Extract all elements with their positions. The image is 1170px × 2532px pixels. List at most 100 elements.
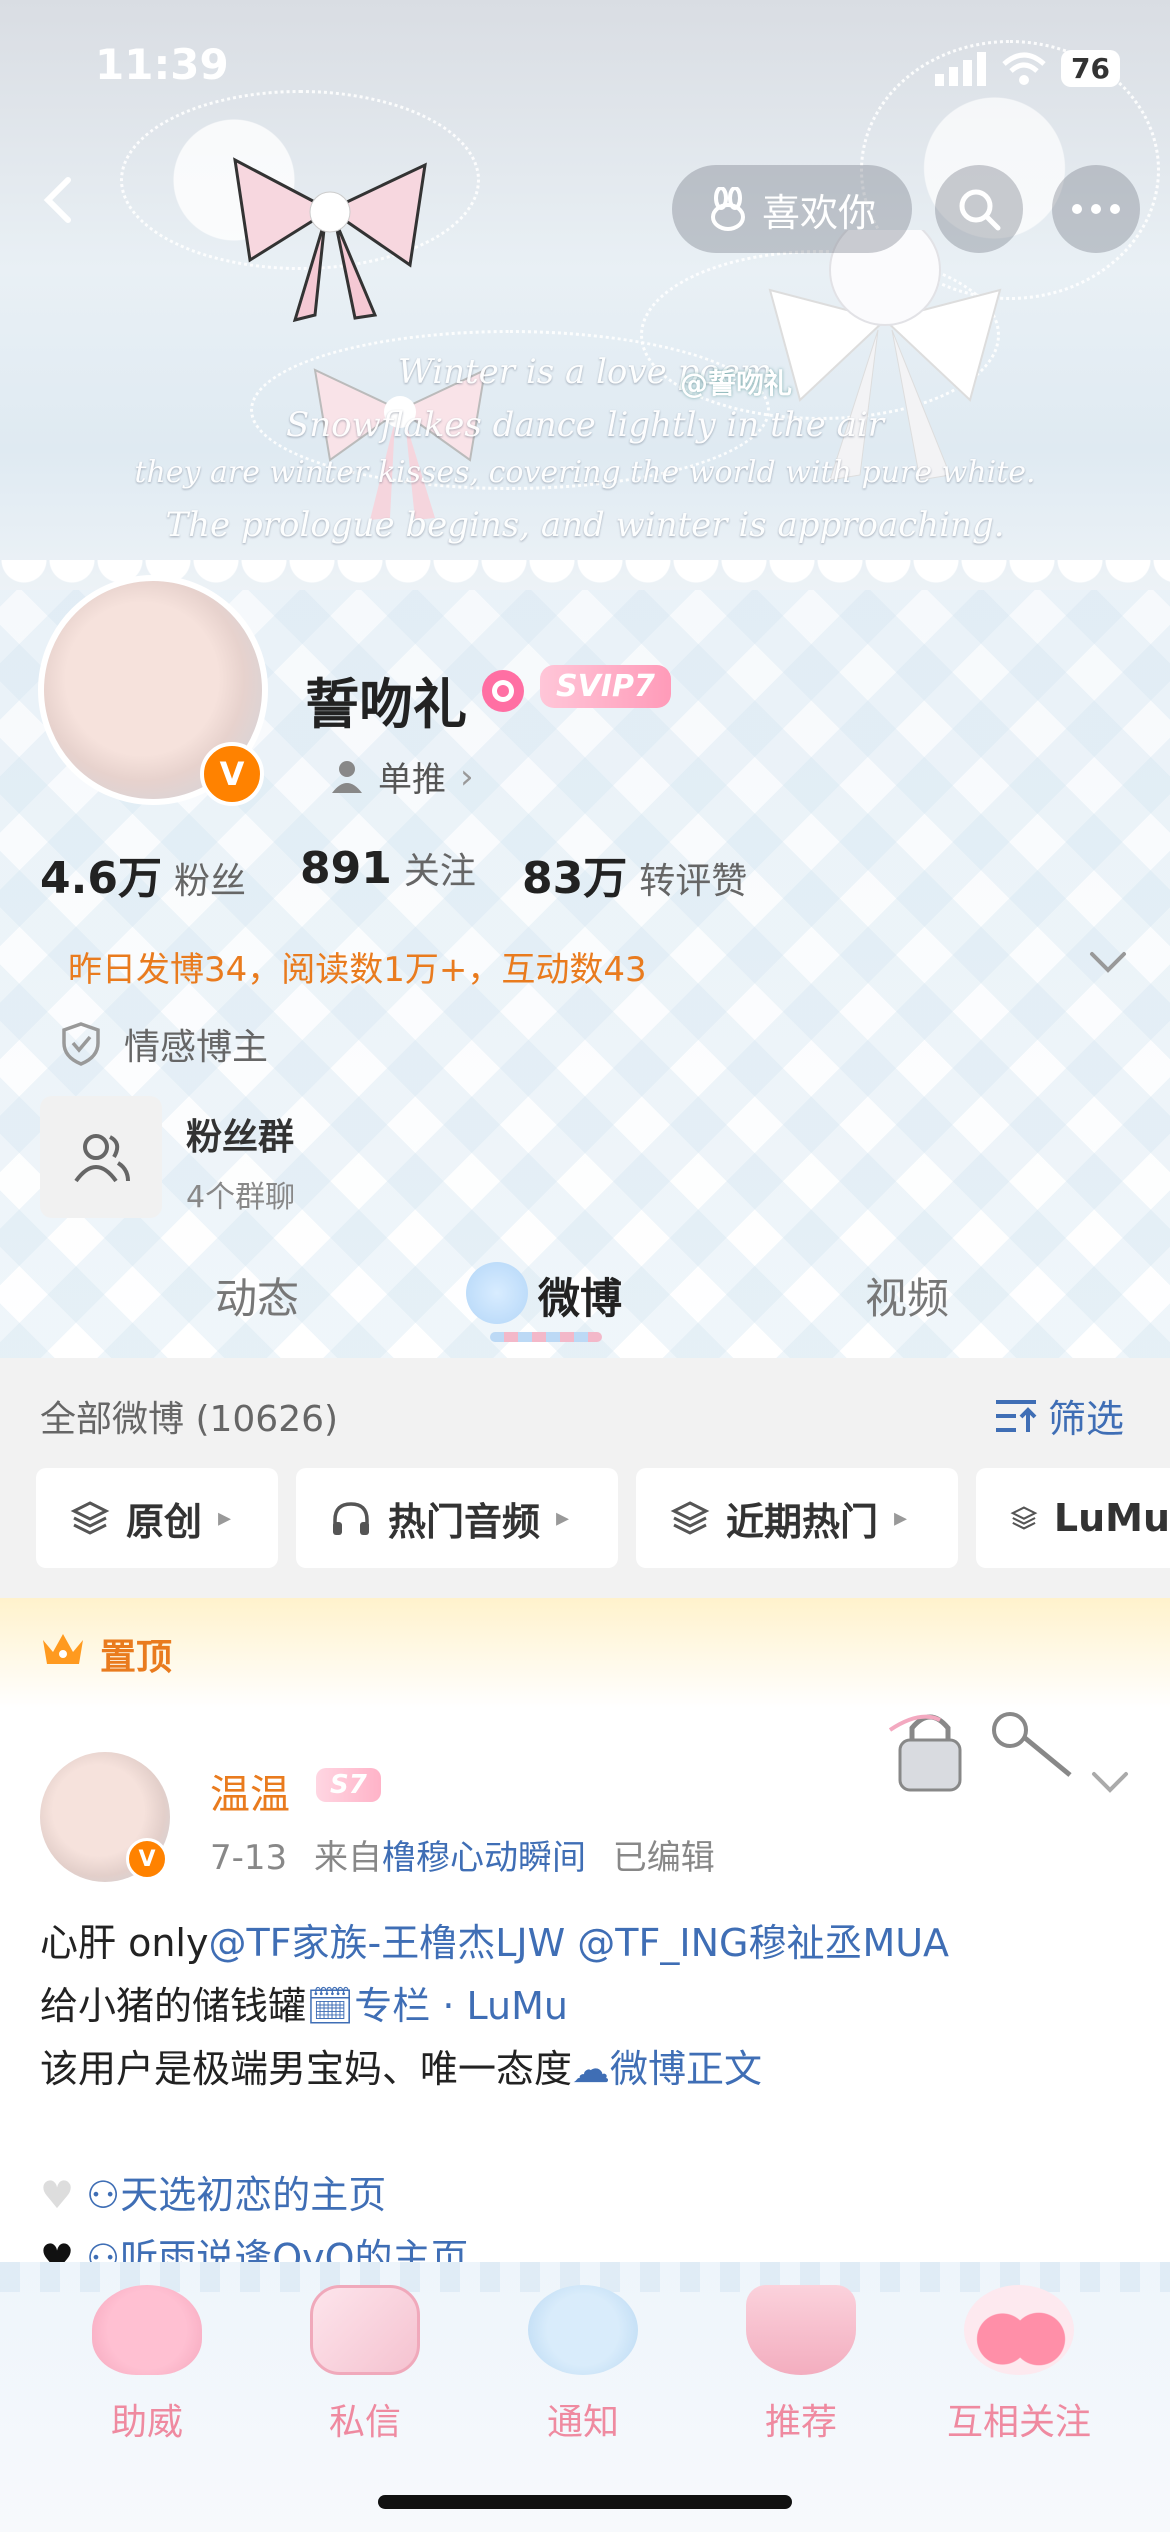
mention-link[interactable]: @TF家族-王橹杰LJW: [208, 1921, 565, 1965]
post-body: 心肝 only@TF家族-王橹杰LJW @TF_ING穆祉丞MUA 给小猪的储钱…: [40, 1912, 1150, 2290]
banner-script-line: The prologue begins, and winter is appro…: [165, 505, 1005, 545]
nav-label: 互相关注: [946, 2402, 1091, 2443]
banner-script-line: Winter is a love poem: [397, 352, 773, 392]
chip-recent-hot[interactable]: 近期热门 ▸: [636, 1468, 958, 1568]
search-button[interactable]: [935, 165, 1023, 253]
search-icon: [959, 189, 1001, 231]
cherry-icon: [964, 2285, 1074, 2375]
mention-link[interactable]: @TF_ING穆祉丞MUA: [577, 1921, 949, 1965]
nav-recommend[interactable]: 推荐: [711, 2285, 891, 2445]
activity-summary: 昨日发博34，阅读数1万+，互动数43: [68, 950, 647, 990]
post-line2-prefix: 给小猪的储钱罐: [40, 1984, 307, 2028]
nav-label: 通知: [546, 2402, 619, 2443]
all-weibo-count: 全部微博 (10626): [40, 1399, 339, 1440]
filter-icon: [996, 1399, 1037, 1432]
lock-key-decoration: [888, 1712, 1072, 1792]
chevron-right-icon: ›: [460, 756, 474, 797]
profile-name: 誓吻礼: [305, 673, 467, 736]
post-source[interactable]: 橹穆心动瞬间: [382, 1838, 586, 1878]
post-meta: 7-13 来自橹穆心动瞬间 已编辑: [210, 1830, 715, 1879]
single-push-link[interactable]: 单推 ›: [330, 752, 474, 801]
chip-label: 近期热门: [726, 1499, 879, 1544]
fan-group-title[interactable]: 粉丝群: [186, 1108, 294, 1160]
teacup-icon: [746, 2285, 856, 2375]
like-you-label: 喜欢你: [761, 190, 876, 235]
group-icon: [74, 1134, 130, 1183]
following-stat[interactable]: 891 关注: [300, 842, 476, 894]
fan-group-subtitle: 4个群聊: [186, 1180, 296, 1215]
column-icon: 🗓: [306, 1984, 355, 2028]
person-icon: [332, 760, 362, 793]
caret-right-icon: ▸: [556, 1503, 570, 1533]
back-arrow-icon: [43, 177, 71, 223]
reposts-stat[interactable]: 83万 转评赞: [522, 842, 747, 906]
banner-watermark: @誓吻礼: [680, 367, 793, 400]
post-author-badge: S7: [316, 1768, 381, 1802]
nav-mutual-follow[interactable]: 互相关注: [929, 2285, 1109, 2445]
reposts-count: 83万: [522, 853, 628, 904]
home-indicator: [378, 2495, 792, 2509]
chip-label: 热门音频: [388, 1499, 541, 1544]
layers-icon: [1010, 1506, 1038, 1530]
banner-script-line: Snowflakes dance lightly in the air: [285, 405, 885, 445]
status-icons: 76: [935, 50, 1120, 87]
fan-group-icon-tile[interactable]: [40, 1096, 162, 1218]
fans-stat[interactable]: 4.6万 粉丝: [40, 842, 246, 906]
battery-indicator: 76: [1061, 50, 1120, 87]
pinned-header: [0, 1598, 1170, 1708]
following-label: 关注: [403, 851, 476, 892]
shield-icon: [62, 1022, 100, 1066]
chevron-down-icon[interactable]: [1090, 1770, 1130, 1794]
post-line1-prefix: 心肝 only: [40, 1921, 209, 1965]
chip-lumu[interactable]: LuMu: [976, 1468, 1170, 1568]
filter-button[interactable]: 筛选: [994, 1388, 1124, 1443]
banner-script-line: they are winter kisses, covering the wor…: [134, 455, 1036, 490]
more-button[interactable]: [1052, 165, 1140, 253]
chip-label: 原创: [126, 1499, 203, 1544]
status-time: 11:39: [95, 40, 229, 89]
user-home-link[interactable]: ⚇天选初恋的主页: [86, 2173, 386, 2217]
nav-notifications[interactable]: 通知: [493, 2285, 673, 2445]
profile-tag-label: 情感博主: [124, 1027, 269, 1068]
tab-active-indicator: [490, 1332, 602, 1342]
cheer-heart-icon: [92, 2285, 202, 2375]
member-icon[interactable]: [480, 668, 526, 714]
more-icon: [1072, 204, 1120, 214]
layers-icon: [70, 1501, 110, 1535]
letter-icon: [310, 2285, 420, 2375]
like-you-button[interactable]: 喜欢你: [672, 165, 912, 253]
post-author-name[interactable]: 温温: [210, 1762, 290, 1820]
tab-weibo-decoration: [466, 1262, 528, 1324]
chevron-down-icon[interactable]: [1088, 950, 1128, 974]
wifi-icon: [1002, 52, 1046, 85]
weibo-text-link-label: 微博正文: [610, 2047, 763, 2091]
fans-count: 4.6万: [40, 853, 162, 904]
nav-label: 助威: [110, 2402, 183, 2443]
post-edited: 已编辑: [612, 1838, 715, 1878]
post-verified-badge: V: [126, 1838, 168, 1880]
reposts-label: 转评赞: [639, 861, 748, 902]
filter-label: 筛选: [1048, 1397, 1125, 1441]
chip-original[interactable]: 原创 ▸: [36, 1468, 278, 1568]
column-link[interactable]: 🗓专栏 · LuMu: [306, 1984, 568, 2028]
verified-badge: V: [200, 742, 264, 806]
svip-badge[interactable]: SVIP7: [540, 665, 671, 708]
single-push-label: 单推: [378, 760, 446, 800]
bottle-icon: [528, 2285, 638, 2375]
profile-tag[interactable]: 情感博主: [60, 1018, 268, 1070]
back-button[interactable]: [30, 170, 90, 230]
crown-icon: [43, 1634, 83, 1664]
pink-bow-icon: [233, 157, 427, 323]
headphones-icon: [333, 1502, 369, 1535]
caret-right-icon: ▸: [894, 1503, 908, 1533]
tab-video[interactable]: 视频: [865, 1265, 949, 1326]
post-line3-prefix: 该用户是极端男宝妈、唯一态度: [40, 2047, 573, 2091]
tab-weibo[interactable]: 微博: [538, 1265, 622, 1326]
cloud-icon: ☁: [572, 2047, 611, 2091]
nav-cheer[interactable]: 助威: [57, 2285, 237, 2445]
nav-messages[interactable]: 私信: [275, 2285, 455, 2445]
weibo-text-link[interactable]: ☁微博正文: [572, 2047, 762, 2091]
layers-icon: [670, 1501, 710, 1535]
chip-hot-audio[interactable]: 热门音频 ▸: [296, 1468, 618, 1568]
tab-dynamics[interactable]: 动态: [215, 1265, 299, 1326]
